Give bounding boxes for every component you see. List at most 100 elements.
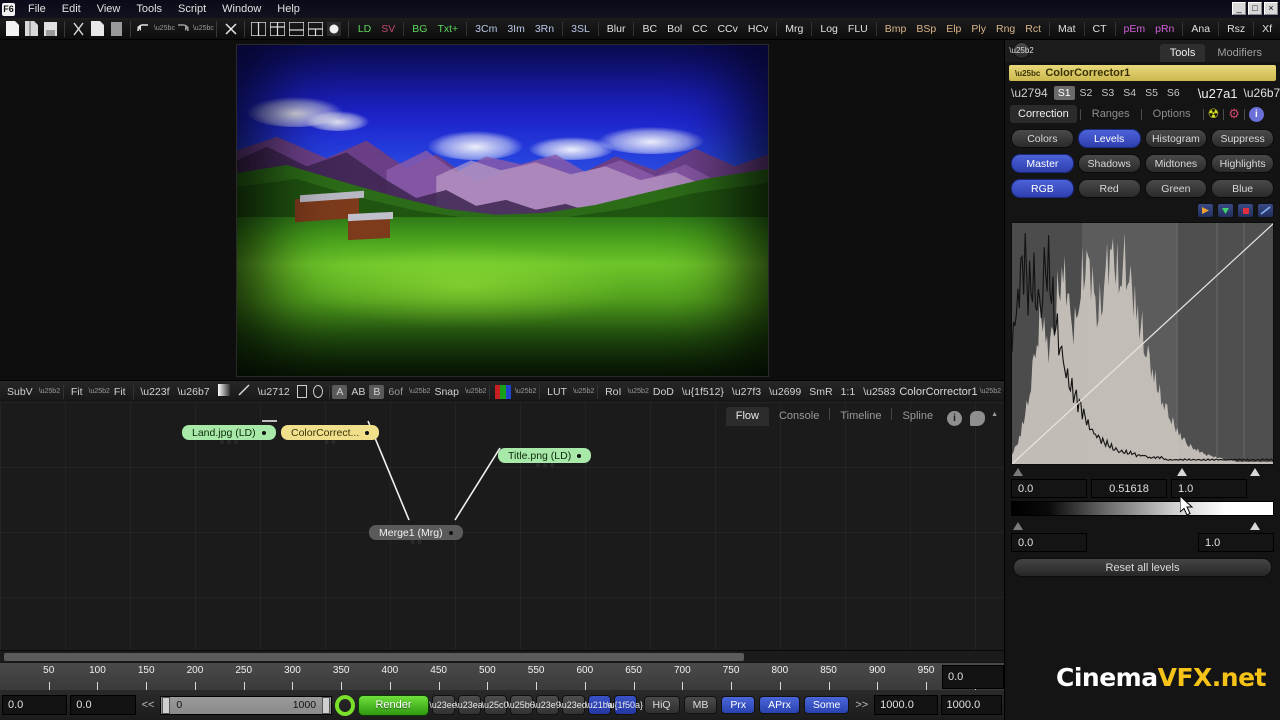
toolbar-node-ana[interactable]: Ana xyxy=(1186,21,1215,37)
output-low-handle[interactable] xyxy=(1013,522,1023,530)
flow-collapse-icon[interactable]: ▲ xyxy=(991,411,998,418)
radioactive-icon[interactable]: ☢ xyxy=(1208,106,1220,122)
channel-green-button[interactable]: Green xyxy=(1144,179,1208,198)
viewer-collapse-icon[interactable]: \u25b2 xyxy=(980,388,1001,395)
mode-suppress-button[interactable]: Suppress xyxy=(1211,129,1274,148)
menu-item-help[interactable]: Help xyxy=(269,2,308,16)
close-button[interactable]: × xyxy=(1264,2,1278,15)
toolbar-node-blur[interactable]: Blur xyxy=(602,21,631,37)
input-gamma-handle[interactable] xyxy=(1177,468,1187,476)
paste-icon[interactable] xyxy=(108,20,125,38)
panel-tab-tools[interactable]: Tools xyxy=(1159,44,1206,62)
range-end-handle[interactable] xyxy=(322,696,331,714)
toolbar-node-cc[interactable]: CC xyxy=(687,21,712,37)
info-circle-icon[interactable]: i xyxy=(1248,106,1264,122)
channel-rgb-button[interactable]: RGB xyxy=(1011,179,1074,198)
flow-panel[interactable]: Flow Console Timeline Spline i ▲ Land.jpg (LD… xyxy=(0,402,1004,662)
layout-2-icon[interactable] xyxy=(269,20,286,38)
reset-all-levels-button[interactable]: Reset all levels xyxy=(1013,558,1272,577)
snap-button[interactable]: Snap xyxy=(430,385,463,399)
toolbar-node-3sl[interactable]: 3SL xyxy=(566,21,595,37)
panel-spinner-icon[interactable]: \u25b2 xyxy=(1009,42,1034,59)
input-high-handle[interactable] xyxy=(1250,468,1260,476)
levels-histogram[interactable] xyxy=(1011,222,1274,465)
comment-icon[interactable] xyxy=(970,411,986,426)
flow-node[interactable]: Land.jpg (LD) xyxy=(182,425,276,444)
roi-button[interactable]: RoI xyxy=(601,385,625,399)
range-midtones-button[interactable]: Midtones xyxy=(1144,154,1208,173)
input-low-handle[interactable] xyxy=(1013,468,1023,476)
toolbar-node-ld[interactable]: LD xyxy=(353,21,376,37)
toolbar-node-txt[interactable]: Txt+ xyxy=(432,21,463,37)
section-tab-correction[interactable]: Correction xyxy=(1010,105,1077,123)
down-marker-icon[interactable] xyxy=(1217,203,1234,218)
viewer-panel[interactable] xyxy=(0,40,1004,380)
render-range-bar[interactable]: 0 1000 xyxy=(160,695,333,715)
audio-button[interactable]: \u{1f50a} xyxy=(607,695,643,715)
input-gamma-field[interactable]: 0.51618 xyxy=(1091,479,1167,498)
quality-aprx-button[interactable]: APrx xyxy=(759,696,800,714)
refresh-icon[interactable]: \u27f3 xyxy=(728,385,765,399)
range-highlights-button[interactable]: Highlights xyxy=(1211,154,1274,173)
toolbar-node-ply[interactable]: Ply xyxy=(966,21,991,37)
restore-button[interactable]: □ xyxy=(1248,2,1262,15)
play-reverse-button[interactable]: \u25c0 xyxy=(482,695,509,715)
menu-item-script[interactable]: Script xyxy=(170,2,214,16)
info-icon[interactable]: i xyxy=(947,411,963,426)
menu-item-window[interactable]: Window xyxy=(214,2,269,16)
toolbar-node-flu[interactable]: FLU xyxy=(843,21,873,37)
more-options-button[interactable]: >> xyxy=(852,699,871,711)
toolbar-node-3im[interactable]: 3Im xyxy=(502,21,530,37)
rgb-channel-icon[interactable] xyxy=(495,384,511,399)
pin-icon[interactable]: \u2794 xyxy=(1011,86,1048,100)
flow-hscrollbar[interactable] xyxy=(0,650,1004,662)
toolbar-node-mat[interactable]: Mat xyxy=(1053,21,1081,37)
flow-hscroll-thumb[interactable] xyxy=(4,652,744,661)
flow-tab-console[interactable]: Console xyxy=(769,407,829,426)
minimize-button[interactable]: _ xyxy=(1232,2,1246,15)
toolbar-node-sv[interactable]: SV xyxy=(376,21,400,37)
node-output-dot[interactable] xyxy=(261,430,266,435)
play-marker-icon[interactable] xyxy=(1197,203,1214,218)
one-to-one-button[interactable]: 1:1 xyxy=(837,385,860,399)
flow-node[interactable]: ColorCorrect... xyxy=(281,425,380,444)
menu-item-file[interactable]: File xyxy=(20,2,54,16)
subview-button[interactable]: SubV xyxy=(3,385,37,399)
section-tab-options[interactable]: Options xyxy=(1145,105,1199,123)
flow-tab-timeline[interactable]: Timeline xyxy=(830,407,891,426)
fast-forward-button[interactable]: \u23e9 xyxy=(533,695,561,715)
toolbar-node-elp[interactable]: Elp xyxy=(941,21,966,37)
buffer-b-button[interactable]: B xyxy=(369,384,385,399)
state-s2-button[interactable]: S2 xyxy=(1076,86,1097,100)
toolbar-node-bmp[interactable]: Bmp xyxy=(880,21,912,37)
lock-icon[interactable]: \u{1f512} xyxy=(678,385,728,399)
state-s6-button[interactable]: S6 xyxy=(1163,86,1184,100)
toolbar-node-3cm[interactable]: 3Cm xyxy=(470,21,502,37)
toolbar-node-log[interactable]: Log xyxy=(815,21,843,37)
toolbar-node-bsp[interactable]: BSp xyxy=(911,21,941,37)
total-frames-field[interactable]: 1000.0 xyxy=(874,695,938,715)
layout-3-icon[interactable] xyxy=(288,20,305,38)
preview-thumb-icon[interactable] xyxy=(326,20,343,38)
state-s3-button[interactable]: S3 xyxy=(1097,86,1118,100)
node-output-dot[interactable] xyxy=(365,430,370,435)
section-tab-ranges[interactable]: Ranges xyxy=(1084,105,1138,123)
stop-marker-icon[interactable] xyxy=(1237,203,1254,218)
toolbar-node-ccv[interactable]: CCv xyxy=(712,21,742,37)
scissors-icon[interactable] xyxy=(222,20,239,38)
toolbar-node-bg[interactable]: BG xyxy=(407,21,432,37)
flow-node[interactable]: Merge1 (Mrg) xyxy=(369,525,463,544)
picker-icon[interactable]: \u2712 xyxy=(254,385,294,399)
gear-icon[interactable]: ⚙ xyxy=(1228,106,1240,122)
menu-item-view[interactable]: View xyxy=(89,2,129,16)
timeline-ruler[interactable]: 50 100 150 200 250 300 350 400 450 500 550 600 650 70… xyxy=(0,662,1004,690)
range-shadows-button[interactable]: Shadows xyxy=(1077,154,1141,173)
toolbar-node-hcv[interactable]: HCv xyxy=(743,21,773,37)
range-master-button[interactable]: Master xyxy=(1011,154,1074,173)
output-high-handle[interactable] xyxy=(1250,522,1260,530)
toolbar-node-rng[interactable]: Rng xyxy=(991,21,1020,37)
arrow-right-icon[interactable]: \u27a1 xyxy=(1198,86,1238,101)
save-file-icon[interactable] xyxy=(42,20,59,38)
play-button[interactable]: \u25b6 xyxy=(507,695,535,715)
toolbar-node-rct[interactable]: Rct xyxy=(1020,21,1046,37)
